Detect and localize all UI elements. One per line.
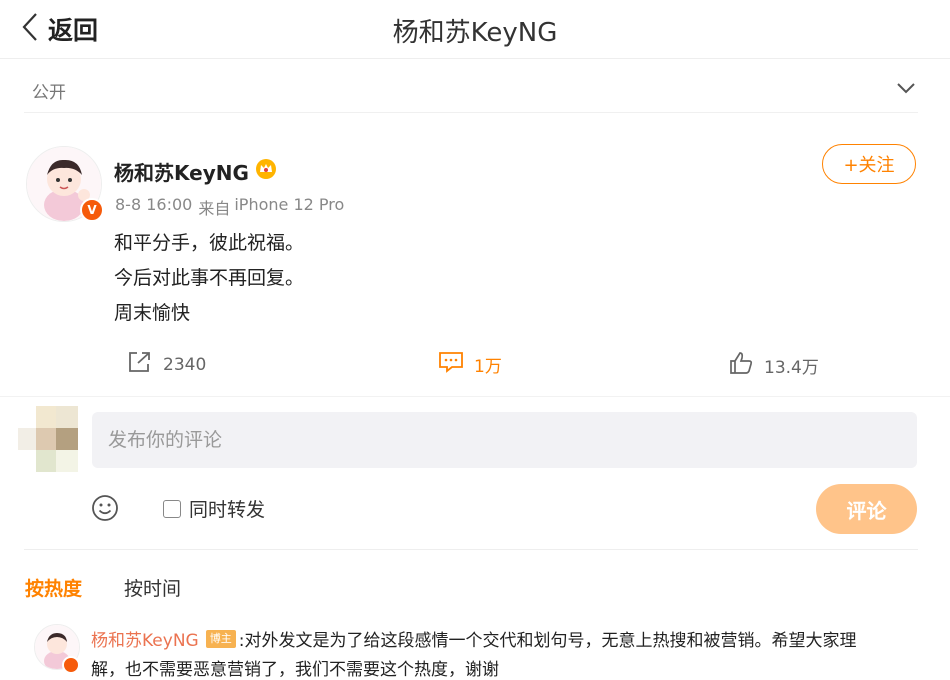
comment-input[interactable]	[92, 412, 917, 468]
visibility-selector[interactable]: 公开	[24, 64, 918, 113]
page-title: 杨和苏KeyNG	[392, 18, 558, 48]
emoji-icon[interactable]	[91, 494, 119, 526]
verified-badge-icon: V	[80, 198, 104, 222]
author-name[interactable]: 杨和苏KeyNG	[114, 157, 277, 186]
comment-text: 杨和苏KeyNG 博主 :对外发文是为了给这段感情一个交代和划句号，无意上热搜和…	[91, 626, 856, 651]
post-content: 和平分手，彼此祝福。 今后对此事不再回复。 周末愉快	[114, 226, 304, 331]
post-line: 周末愉快	[114, 302, 191, 324]
tab-sort-hot[interactable]: 按热度	[25, 574, 82, 601]
comment-button[interactable]: 1万	[438, 350, 502, 379]
repost-button[interactable]: 2340	[127, 350, 206, 379]
divider	[0, 396, 950, 397]
comment-text-cont: 解，也不需要恶意营销了，我们不需要这个热度，谢谢	[91, 660, 499, 680]
post-line: 今后对此事不再回复。	[114, 267, 305, 289]
repost-checkbox[interactable]: 同时转发	[163, 495, 265, 522]
comment-author[interactable]: 杨和苏KeyNG	[91, 626, 199, 651]
author-name-text: 杨和苏KeyNG	[114, 161, 249, 185]
post-line: 和平分手，彼此祝福。	[114, 232, 305, 254]
post-meta: 8-8 16:00 来自 iPhone 12 Pro	[115, 195, 344, 219]
action-bar: 2340 1万 13.4万	[0, 350, 950, 386]
divider	[24, 549, 918, 550]
my-avatar	[18, 406, 80, 472]
like-count: 13.4万	[764, 358, 819, 378]
post-source: iPhone 12 Pro	[234, 195, 345, 214]
like-button[interactable]: 13.4万	[728, 350, 819, 381]
comment-icon	[438, 350, 464, 379]
top-bar: 返回 杨和苏KeyNG	[0, 0, 950, 59]
checkbox-box[interactable]	[163, 499, 181, 518]
chevron-down-icon	[896, 80, 916, 99]
repost-checkbox-label: 同时转发	[189, 499, 266, 521]
author-tag-badge: 博主	[205, 629, 236, 648]
repost-count: 2340	[163, 354, 207, 375]
tab-sort-time[interactable]: 按时间	[124, 574, 181, 601]
comment-body: :对外发文是为了给这段感情一个交代和划句号，无意上热搜和被营销。希望大家理	[238, 631, 857, 651]
post-time: 8-8 16:00	[115, 195, 193, 214]
vip-crown-icon	[255, 158, 277, 185]
visibility-label: 公开	[32, 83, 66, 103]
submit-comment-button[interactable]: 评论	[816, 484, 917, 534]
verified-badge-icon	[62, 656, 80, 674]
comment-count: 1万	[474, 357, 502, 377]
post-source-prefix: 来自	[198, 199, 231, 218]
author-avatar[interactable]: V	[26, 146, 104, 222]
comment-sort-tabs: 按热度 按时间	[25, 574, 181, 601]
share-icon	[127, 350, 153, 379]
thumbs-up-icon	[728, 350, 754, 381]
follow-button[interactable]: +关注	[822, 144, 916, 184]
